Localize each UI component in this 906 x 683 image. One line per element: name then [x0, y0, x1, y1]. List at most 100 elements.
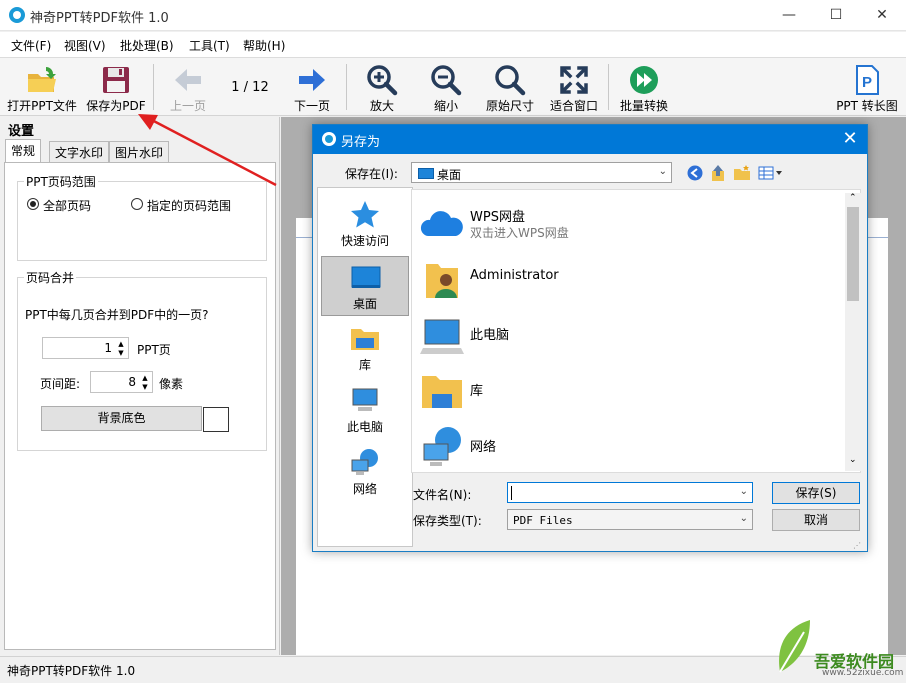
- new-folder-icon[interactable]: [733, 165, 751, 181]
- file-name: Administrator: [470, 268, 559, 283]
- arrow-right-icon: [299, 69, 325, 91]
- chevron-down-icon: ⌄: [658, 166, 667, 177]
- leaf-logo-icon: [779, 620, 810, 673]
- batch-convert-label: 批量转换: [619, 99, 668, 113]
- minimize-button[interactable]: —: [766, 0, 812, 31]
- menu-help[interactable]: 帮助(H): [243, 37, 285, 54]
- stepper-up-icon[interactable]: ▲: [140, 374, 150, 382]
- zoom-out-label: 缩小: [433, 99, 458, 113]
- stepper-down-icon[interactable]: ▼: [116, 349, 126, 357]
- tab-text-watermark[interactable]: 文字水印: [49, 141, 110, 162]
- arrow-left-icon: [175, 69, 201, 91]
- save-pdf-button[interactable]: 保存为PDF: [84, 60, 148, 114]
- background-color-button[interactable]: 背景底色: [41, 406, 202, 431]
- status-text: 神奇PPT转PDF软件 1.0: [7, 664, 136, 678]
- back-icon[interactable]: [687, 165, 703, 181]
- zoom-in-button[interactable]: 放大: [356, 60, 408, 114]
- radio-all-pages-label: 全部页码: [43, 199, 92, 213]
- fit-window-button[interactable]: 适合窗口: [546, 60, 602, 114]
- ppt-long-image-button[interactable]: P PPT 转长图: [834, 60, 900, 114]
- scroll-up-icon[interactable]: ⌃: [849, 193, 857, 203]
- stepper-up-icon[interactable]: ▲: [116, 340, 126, 348]
- filetype-label: 保存类型(T):: [413, 514, 482, 528]
- scrollbar-thumb[interactable]: [847, 207, 859, 301]
- network-icon: [423, 427, 461, 466]
- file-name: 此电脑: [470, 328, 510, 343]
- up-folder-icon[interactable]: [710, 164, 726, 182]
- cancel-button[interactable]: 取消: [772, 509, 860, 531]
- place-label: 快速访问: [340, 234, 389, 248]
- view-menu-icon[interactable]: [758, 166, 784, 180]
- list-item-administrator[interactable]: Administrator: [412, 252, 842, 308]
- radio-custom-range[interactable]: 指定的页码范围: [129, 197, 239, 213]
- pages-unit: PPT页: [137, 343, 171, 357]
- menu-view[interactable]: 视图(V): [64, 37, 106, 54]
- place-quick-access[interactable]: 快速访问: [321, 194, 409, 254]
- dialog-close-button[interactable]: ✕: [837, 127, 863, 151]
- page-gap-stepper[interactable]: 8 ▲ ▼: [90, 371, 153, 393]
- list-item-this-pc[interactable]: 此电脑: [412, 308, 842, 364]
- close-button[interactable]: ✕: [859, 0, 905, 31]
- general-tab-pane: PPT页码范围 全部页码 指定的页码范围 页码合并 PPT中每几页合并到PDF中…: [4, 162, 276, 650]
- original-size-button[interactable]: 原始尺寸: [482, 60, 538, 114]
- zoom-out-button[interactable]: 缩小: [420, 60, 472, 114]
- original-size-label: 原始尺寸: [485, 99, 534, 113]
- open-ppt-label: 打开PPT文件: [7, 99, 77, 113]
- library-folder-icon: [422, 376, 462, 408]
- place-library[interactable]: 库: [321, 318, 409, 378]
- place-this-pc[interactable]: 此电脑: [321, 380, 409, 440]
- save-in-dropdown[interactable]: 桌面 ⌄: [411, 162, 672, 183]
- list-item-library[interactable]: 库: [412, 364, 842, 420]
- filetype-dropdown[interactable]: PDF Files ⌄: [507, 509, 753, 530]
- place-label: 库: [358, 358, 371, 372]
- place-label: 桌面: [352, 297, 377, 311]
- settings-title: 设置: [8, 124, 35, 139]
- batch-convert-button[interactable]: 批量转换: [616, 60, 672, 114]
- radio-custom-range-label: 指定的页码范围: [147, 199, 232, 213]
- place-label: 网络: [352, 482, 377, 496]
- title-bar: 神奇PPT转PDF软件 1.0 — ☐ ✕: [0, 0, 906, 31]
- list-item-wps-cloud[interactable]: WPS网盘 双击进入WPS网盘: [412, 196, 842, 252]
- page-merge-legend: 页码合并: [24, 269, 77, 286]
- radio-all-pages[interactable]: 全部页码: [25, 197, 105, 213]
- menu-bar: 文件(F) 视图(V) 批处理(B) 工具(T) 帮助(H): [0, 32, 906, 58]
- scroll-down-icon[interactable]: ⌄: [849, 455, 857, 465]
- next-page-button[interactable]: 下一页: [286, 60, 338, 114]
- menu-file[interactable]: 文件(F): [11, 37, 51, 54]
- maximize-button[interactable]: ☐: [813, 0, 859, 31]
- app-icon: [9, 7, 25, 23]
- open-ppt-button[interactable]: 打开PPT文件: [4, 60, 80, 114]
- merge-question: PPT中每几页合并到PDF中的一页?: [25, 308, 209, 322]
- places-bar: 快速访问 桌面 库 此电脑 网络: [317, 187, 413, 547]
- desktop-icon: [418, 168, 434, 179]
- resize-grip-icon[interactable]: ⋰: [853, 541, 865, 551]
- text-cursor: [511, 486, 512, 500]
- pages-per-sheet-stepper[interactable]: 1 ▲ ▼: [42, 337, 129, 359]
- toolbar-separator: [153, 64, 154, 110]
- desktop-icon: [351, 266, 381, 288]
- background-color-swatch[interactable]: [203, 407, 229, 432]
- file-subtitle: 双击进入WPS网盘: [470, 226, 569, 240]
- zoom-in-label: 放大: [369, 99, 394, 113]
- place-label: 此电脑: [346, 420, 383, 434]
- file-list: WPS网盘 双击进入WPS网盘 Administrator 此电脑 库 网络: [411, 189, 861, 473]
- save-as-dialog: 另存为 ✕ 保存在(I): 桌面 ⌄ 快速访问 桌面 库 此电脑 网络 WPS网…: [312, 124, 868, 552]
- list-item-network[interactable]: 网络: [412, 420, 842, 476]
- filename-input[interactable]: ⌄: [507, 482, 753, 503]
- next-page-label: 下一页: [293, 99, 330, 113]
- network-icon: [351, 449, 378, 475]
- annotation-arrow: [138, 114, 277, 187]
- pages-per-sheet-value: 1: [104, 341, 112, 355]
- place-desktop[interactable]: 桌面: [321, 256, 409, 316]
- open-folder-icon: [28, 67, 56, 92]
- zoom-out-icon: [431, 65, 462, 96]
- place-network[interactable]: 网络: [321, 442, 409, 502]
- tab-general[interactable]: 常规: [5, 139, 42, 163]
- star-icon: [351, 201, 379, 228]
- menu-batch[interactable]: 批处理(B): [120, 37, 174, 54]
- stepper-down-icon[interactable]: ▼: [140, 383, 150, 391]
- menu-tools[interactable]: 工具(T): [189, 37, 230, 54]
- prev-page-button[interactable]: 上一页: [162, 60, 214, 114]
- save-button[interactable]: 保存(S): [772, 482, 860, 504]
- dialog-app-icon: [322, 132, 336, 146]
